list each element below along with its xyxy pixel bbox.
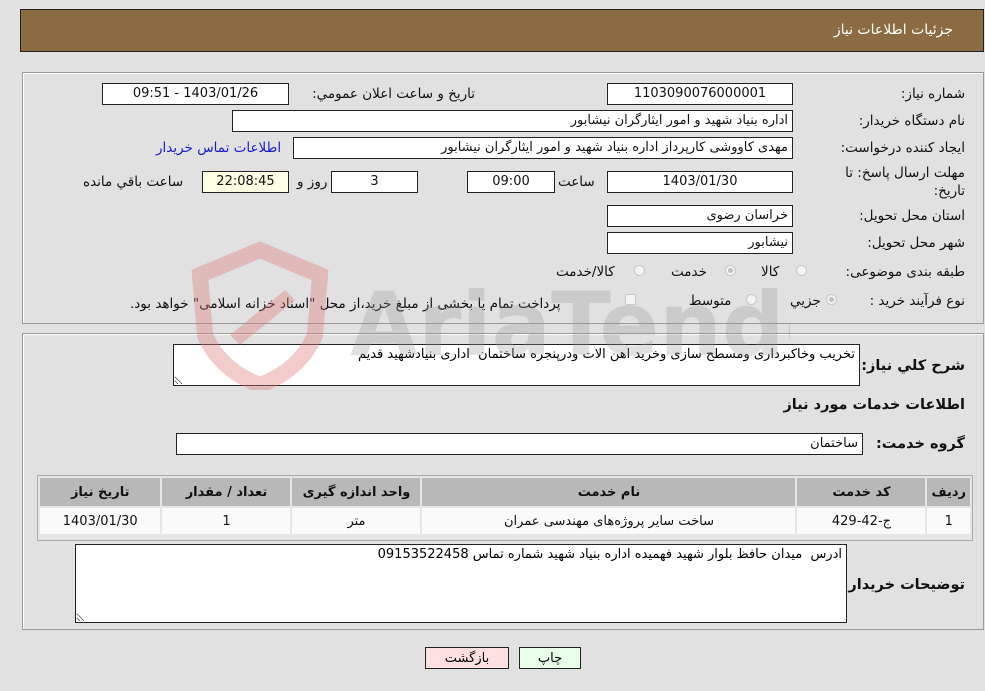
creator-label: ایجاد کننده درخواست: <box>840 140 965 156</box>
description-textarea[interactable] <box>173 344 860 386</box>
col-service-name: نام خدمت <box>422 478 796 506</box>
process-radio-medium[interactable] <box>746 294 757 305</box>
announce-label: تاریخ و ساعت اعلان عمومي: <box>312 86 475 102</box>
service-group-label: گروه خدمت: <box>875 436 965 452</box>
print-button[interactable]: چاپ <box>519 647 581 669</box>
category-label: طبقه بندی موضوعی: <box>845 264 965 280</box>
deadline-time-label: ساعت <box>558 174 595 190</box>
page-title: جزئیات اطلاعات نیاز <box>833 22 953 38</box>
city-label: شهر محل تحویل: <box>867 235 965 251</box>
process-label: نوع فرآیند خرید : <box>869 293 965 309</box>
cell-service-name: ساخت سایر پروژه‌های مهندسی عمران <box>422 508 796 534</box>
need-number-field: 1103090076000001 <box>607 83 793 105</box>
table-header-row: ردیف کد خدمت نام خدمت واحد اندازه گیری ت… <box>40 478 970 506</box>
col-service-code: کد خدمت <box>797 478 926 506</box>
city-field: نیشابور <box>607 232 793 254</box>
items-table-container: ردیف کد خدمت نام خدمت واحد اندازه گیری ت… <box>37 475 973 541</box>
back-button[interactable]: بازگشت <box>425 647 509 669</box>
province-field: خراسان رضوی <box>607 205 793 227</box>
page-header: جزئیات اطلاعات نیاز <box>20 9 984 52</box>
deadline-date-field: 1403/01/30 <box>607 171 793 193</box>
col-quantity: تعداد / مقدار <box>162 478 291 506</box>
creator-field: مهدی کاووشی کارپرداز اداره بنیاد شهید و … <box>293 137 793 159</box>
need-number-label: شماره نیاز: <box>900 86 965 102</box>
announce-date-field: 1403/01/26 - 09:51 <box>102 83 289 105</box>
category-option-goods: کالا <box>761 264 780 280</box>
items-table: ردیف کد خدمت نام خدمت واحد اندازه گیری ت… <box>38 476 972 536</box>
cell-row: 1 <box>927 508 970 534</box>
treasury-checkbox[interactable] <box>625 294 636 305</box>
category-radio-goods-service[interactable] <box>634 265 645 276</box>
buyer-notes-textarea[interactable] <box>75 544 847 623</box>
col-unit: واحد اندازه گیری <box>292 478 421 506</box>
category-radio-service[interactable] <box>725 265 736 276</box>
days-remaining-field: 3 <box>331 171 418 193</box>
cell-quantity: 1 <box>162 508 291 534</box>
days-label: روز و <box>297 174 328 190</box>
buyer-contact-link[interactable]: اطلاعات تماس خریدار <box>156 140 281 156</box>
process-option-minor: جزیي <box>790 293 821 309</box>
buyer-org-label: نام دستگاه خریدار: <box>858 113 965 129</box>
buyer-org-field: اداره بنیاد شهید و امور ایثارگران نیشابو… <box>232 110 793 132</box>
province-label: استان محل تحویل: <box>859 208 965 224</box>
cell-service-code: ج-42-429 <box>797 508 926 534</box>
process-radio-minor[interactable] <box>826 294 837 305</box>
remaining-time-label: ساعت باقي مانده <box>83 174 184 190</box>
col-row: ردیف <box>927 478 970 506</box>
deadline-time-field: 09:00 <box>467 171 555 193</box>
treasury-note: پرداخت تمام یا بخشی از مبلغ خرید،از محل … <box>130 296 561 312</box>
service-group-field: ساختمان <box>176 433 863 455</box>
category-option-service: خدمت <box>671 264 707 280</box>
process-option-medium: متوسط <box>689 293 732 309</box>
buyer-notes-label: توضیحات خریدار: <box>842 577 965 593</box>
cell-unit: متر <box>292 508 421 534</box>
remaining-time-field: 22:08:45 <box>202 171 289 193</box>
col-need-date: تاریخ نیاز <box>40 478 161 506</box>
category-radio-goods[interactable] <box>796 265 807 276</box>
description-label: شرح كلي نياز: <box>861 358 965 374</box>
services-heading: اطلاعات خدمات مورد نیاز <box>783 397 965 413</box>
category-option-goods-service: کالا/خدمت <box>556 264 615 280</box>
cell-need-date: 1403/01/30 <box>40 508 161 534</box>
table-row: 1 ج-42-429 ساخت سایر پروژه‌های مهندسی عم… <box>40 508 970 534</box>
deadline-label: مهلت ارسال پاسخ: تا تاریخ: <box>845 165 965 199</box>
